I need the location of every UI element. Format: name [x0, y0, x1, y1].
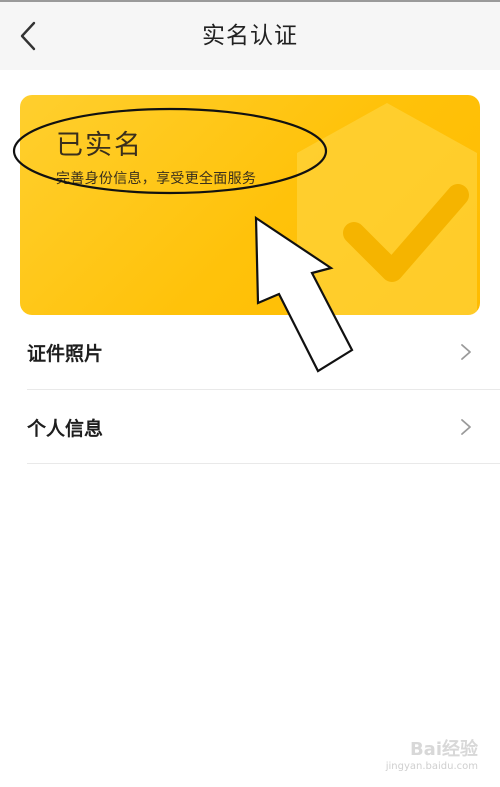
watermark-url: jingyan.baidu.com: [385, 761, 478, 772]
chevron-right-icon: [461, 419, 471, 435]
real-name-auth-page: 实名认证 已实名 完善身份信息，享受更全面服务 证件照片 个人信息 Bai经验 …: [0, 0, 500, 787]
verification-subtitle: 完善身份信息，享受更全面服务: [56, 171, 257, 187]
chevron-right-icon: [461, 344, 471, 360]
list-item-id-photos[interactable]: 证件照片: [0, 315, 500, 389]
baidu-jingyan-watermark: Bai经验 jingyan.baidu.com: [358, 735, 478, 779]
navigation-bar: 实名认证: [0, 2, 500, 70]
list-item-label: 证件照片: [27, 343, 104, 365]
watermark-brand: Bai经验: [409, 739, 478, 760]
verification-status-card: 已实名 完善身份信息，享受更全面服务: [20, 95, 480, 315]
list-item-label: 个人信息: [27, 418, 104, 440]
page-title: 实名认证: [202, 23, 298, 49]
list-item-personal-info[interactable]: 个人信息: [0, 390, 500, 464]
list-divider: [27, 463, 500, 464]
verification-status: 已实名: [56, 130, 143, 161]
shield-check-icon: [297, 103, 477, 315]
